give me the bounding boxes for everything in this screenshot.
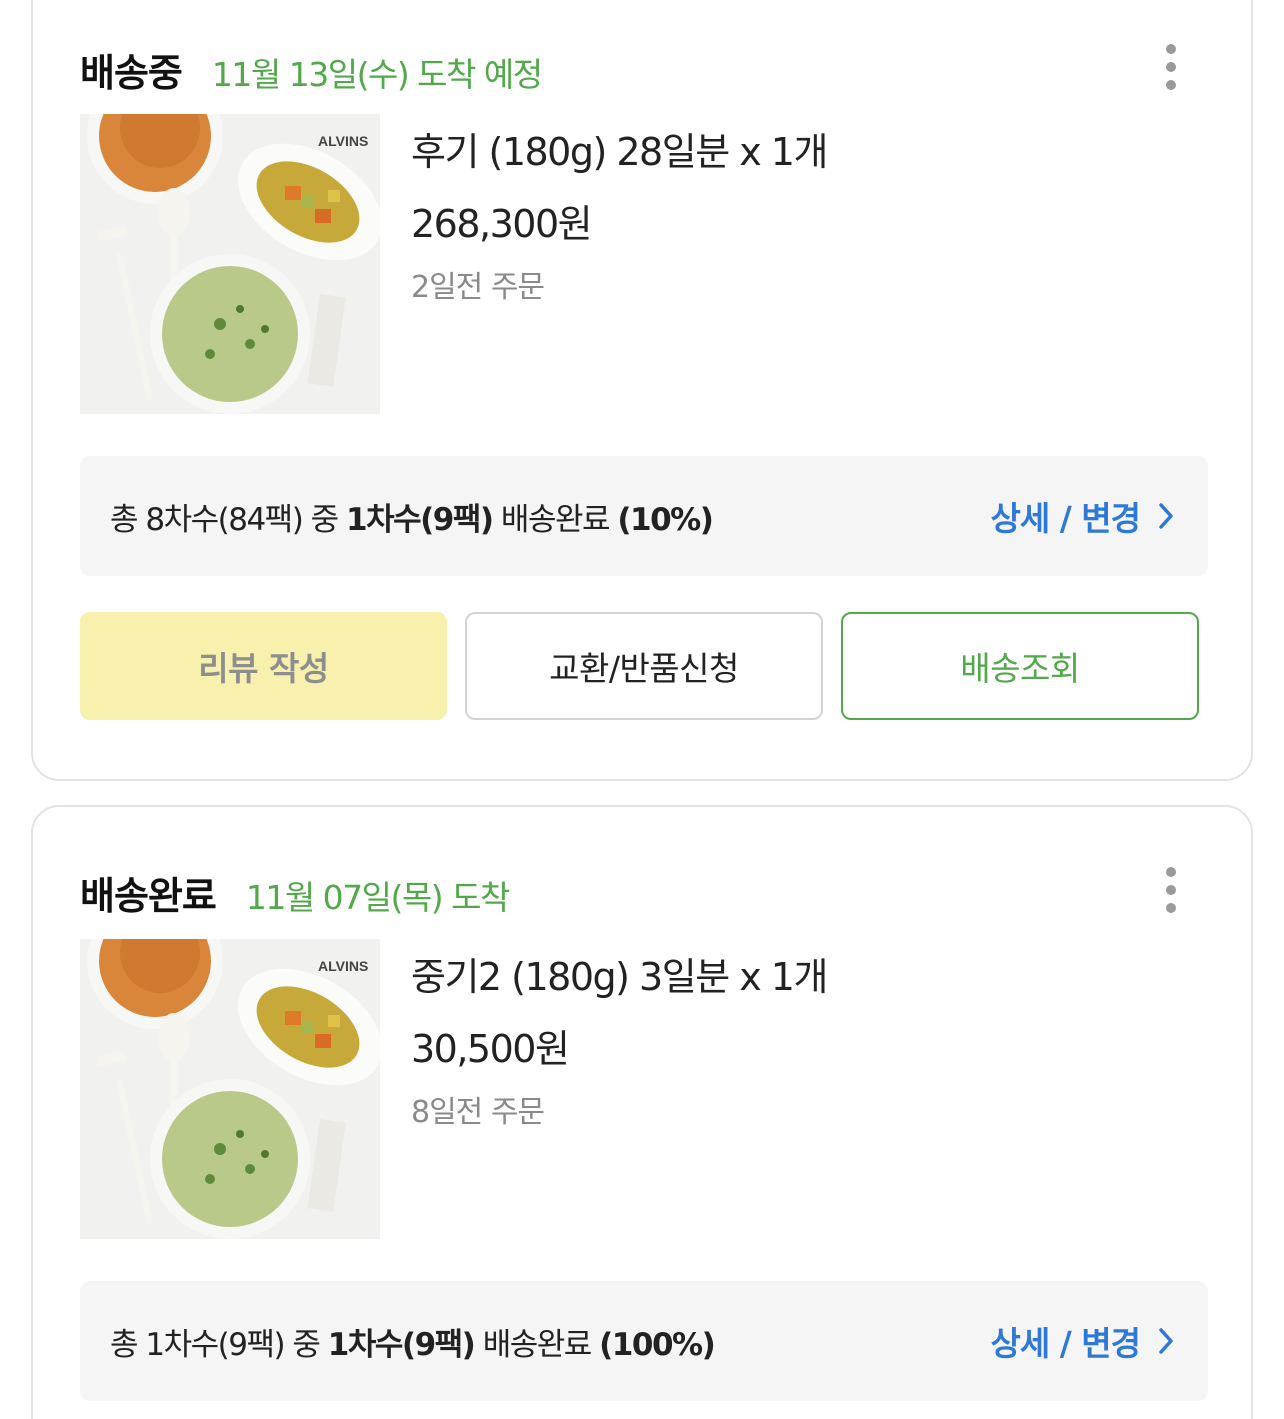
order-time: 8일전 주문 [411,1095,545,1130]
chevron-right-icon [1159,503,1173,529]
product-name[interactable]: 중기2 (180g) 3일분 x 1개 [411,953,828,1001]
order-status: 배송중 [80,51,183,95]
write-review-button[interactable]: 리뷰 작성 [80,612,447,720]
order-status-row: 배송완료 11월 07일(목) 도착 [80,865,511,920]
progress-percent: (100%) [599,1326,716,1363]
product-name[interactable]: 후기 (180g) 28일분 x 1개 [411,128,828,176]
brand-logo: ALVINS [318,958,368,974]
detail-change-label: 상세 / 변경 [990,1324,1141,1363]
product-image[interactable]: ALVINS [80,114,380,414]
delivery-date: 11월 13일(수) 도착 예정 [211,55,543,94]
progress-prefix: 총 8차수(84팩) 중 [110,501,347,538]
product-image[interactable]: ALVINS [80,939,380,1239]
delivery-progress: 총 8차수(84팩) 중 1차수(9팩) 배송완료 (10%) 상세 / 변경 [80,456,1208,576]
order-time: 2일전 주문 [411,270,545,305]
product-info: 후기 (180g) 28일분 x 1개 268,300원 2일전 주문 [411,128,828,308]
progress-percent: (10%) [617,501,714,538]
product-price: 268,300원 [411,202,593,246]
more-options-icon[interactable] [1161,44,1181,90]
detail-change-link[interactable]: 상세 / 변경 [991,492,1174,540]
track-delivery-button[interactable]: 배송조회 [841,612,1199,720]
progress-middle: 배송완료 [474,1326,600,1363]
detail-change-link[interactable]: 상세 / 변경 [991,1317,1174,1365]
delivery-date: 11월 07일(목) 도착 [245,878,511,917]
delivery-progress: 총 1차수(9팩) 중 1차수(9팩) 배송완료 (100%) 상세 / 변경 [80,1281,1208,1401]
progress-text: 총 1차수(9팩) 중 1차수(9팩) 배송완료 (100%) [110,1319,716,1364]
brand-logo: ALVINS [318,133,368,149]
progress-completed: 1차수(9팩) [327,1326,476,1363]
order-status-row: 배송중 11월 13일(수) 도착 예정 [80,42,543,97]
exchange-return-button[interactable]: 교환/반품신청 [465,612,823,720]
more-options-icon[interactable] [1161,867,1181,913]
chevron-right-icon [1159,1328,1173,1354]
order-card: 배송중 11월 13일(수) 도착 예정 ALVINS 후기 (180g) 28… [31,0,1253,781]
progress-prefix: 총 1차수(9팩) 중 [110,1326,328,1363]
order-status: 배송완료 [80,874,217,918]
order-actions: 리뷰 작성 교환/반품신청 배송조회 [80,612,1200,720]
progress-middle: 배송완료 [492,501,618,538]
detail-change-label: 상세 / 변경 [990,499,1141,538]
order-card: 배송완료 11월 07일(목) 도착 ALVINS 중기2 (180g) 3일분… [31,805,1253,1419]
product-info: 중기2 (180g) 3일분 x 1개 30,500원 8일전 주문 [411,953,828,1133]
progress-completed: 1차수(9팩) [346,501,494,538]
progress-text: 총 8차수(84팩) 중 1차수(9팩) 배송완료 (10%) [110,494,714,539]
product-price: 30,500원 [411,1027,570,1071]
